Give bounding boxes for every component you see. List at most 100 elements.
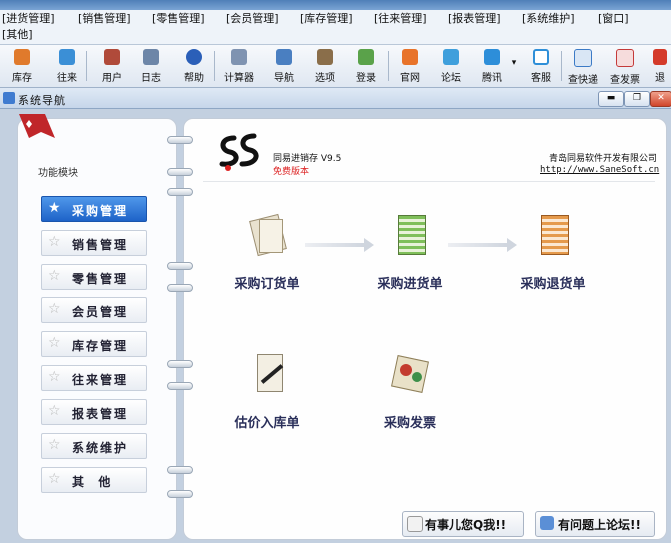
ribbon-bookmark-icon — [19, 114, 55, 138]
star-icon: ☆ — [48, 335, 61, 351]
forum-link-button[interactable]: 有问题上论坛!! — [535, 511, 655, 537]
module-retail-button[interactable]: ☆ 零售管理 — [41, 264, 147, 290]
toolbar-help-button[interactable]: 帮助 — [177, 49, 211, 84]
exit-icon — [653, 49, 667, 65]
company-name: 青岛同易软件开发有限公司 — [548, 154, 657, 164]
toolbar: 库存 往来 用户 日志 帮助 计算器 导航 选项 登录 官网 论坛 腾讯 ▾ 客… — [0, 45, 671, 88]
module-system-button[interactable]: ☆ 系统维护 — [41, 433, 147, 459]
forum-icon — [540, 516, 554, 530]
restore-button[interactable]: ❐ — [624, 91, 650, 107]
estimate-inbound-button[interactable]: 估价入库单 — [212, 352, 322, 431]
menu-retail[interactable]: [零售管理] — [152, 12, 205, 26]
search-express-icon — [574, 49, 592, 67]
module-purchase-button[interactable]: ★ 采购管理 — [41, 196, 147, 222]
options-icon — [317, 49, 333, 65]
toolbar-forum-button[interactable]: 论坛 — [434, 49, 468, 84]
toolbar-express-button[interactable]: 查快递 — [566, 49, 600, 86]
star-icon: ☆ — [48, 268, 61, 284]
module-accounts-button[interactable]: ☆ 往来管理 — [41, 365, 147, 391]
forum-icon — [443, 49, 459, 65]
estimate-note-icon — [247, 352, 287, 396]
menu-other[interactable]: [其他] — [2, 28, 33, 42]
window-title: 系统导航 — [18, 94, 66, 107]
close-button[interactable]: ✕ — [650, 91, 671, 107]
minimize-button[interactable]: ▬ — [598, 91, 624, 107]
menu-member[interactable]: [会员管理] — [226, 12, 279, 26]
menu-window[interactable]: [窗口] — [598, 12, 629, 26]
star-icon: ☆ — [48, 471, 61, 487]
binder-ring — [167, 490, 193, 498]
purchase-invoice-button[interactable]: 采购发票 — [355, 352, 465, 431]
purchase-order-button[interactable]: 采购订货单 — [212, 213, 322, 292]
toolbar-separator — [86, 51, 87, 81]
tencent-dropdown-arrow[interactable]: ▾ — [508, 55, 520, 68]
company-website-link[interactable]: http://www.SaneSoft.cn — [540, 165, 659, 175]
binder-ring — [167, 188, 193, 196]
receipt-ledger-icon — [390, 213, 430, 257]
product-edition: 免费版本 — [273, 167, 310, 177]
toolbar-calculator-button[interactable]: 计算器 — [222, 49, 256, 84]
toolbar-accounts-button[interactable]: 往来 — [50, 49, 84, 84]
qq-icon — [484, 49, 500, 65]
toolbar-options-button[interactable]: 选项 — [308, 49, 342, 84]
binder-ring — [167, 466, 193, 474]
help-icon — [186, 49, 202, 65]
window-icon — [3, 92, 15, 104]
toolbar-exit-button[interactable]: 退 — [649, 49, 671, 84]
support-icon — [533, 49, 549, 65]
menu-purchase[interactable]: [进货管理] — [2, 12, 55, 26]
menu-inventory[interactable]: [库存管理] — [300, 12, 353, 26]
menu-system[interactable]: [系统维护] — [522, 12, 575, 26]
menu-reports[interactable]: [报表管理] — [448, 12, 501, 26]
binder-ring — [167, 136, 193, 144]
search-invoice-icon — [616, 49, 634, 67]
company-logo — [219, 133, 259, 171]
toolbar-inventory-button[interactable]: 库存 — [5, 49, 39, 84]
child-window-titlebar: 系统导航 ▬ ❐ ✕ — [0, 88, 671, 109]
house-icon — [14, 49, 30, 65]
star-icon: ☆ — [48, 437, 61, 453]
app-title-bar — [0, 0, 671, 10]
toolbar-separator — [388, 51, 389, 81]
module-heading: 功能模块 — [38, 168, 78, 179]
binder-ring — [167, 360, 193, 368]
invoice-icon — [390, 352, 430, 396]
module-other-button[interactable]: ☆ 其 他 — [41, 467, 147, 493]
binder-ring — [167, 382, 193, 390]
magnifier-icon — [276, 49, 292, 65]
log-icon — [143, 49, 159, 65]
toolbar-invoice-button[interactable]: 查发票 — [608, 49, 642, 86]
toolbar-login-button[interactable]: 登录 — [349, 49, 383, 84]
return-ledger-icon — [533, 213, 573, 257]
module-inventory-button[interactable]: ☆ 库存管理 — [41, 331, 147, 357]
order-document-icon — [247, 213, 287, 257]
toolbar-separator — [214, 51, 215, 81]
toolbar-support-button[interactable]: 客服 — [524, 49, 558, 84]
toolbar-tencent-button[interactable]: 腾讯 — [475, 49, 509, 84]
product-name: 同易进销存 V9.5 — [273, 154, 342, 164]
chevron-down-icon: ▾ — [511, 58, 517, 68]
star-icon: ☆ — [48, 234, 61, 250]
purchase-return-button[interactable]: 采购退货单 — [498, 213, 608, 292]
toolbar-separator — [561, 51, 562, 81]
module-reports-button[interactable]: ☆ 报表管理 — [41, 399, 147, 425]
qq-contact-button[interactable]: 有事儿您Q我!! — [402, 511, 524, 537]
toolbar-website-button[interactable]: 官网 — [393, 49, 427, 84]
toolbar-user-button[interactable]: 用户 — [95, 49, 129, 84]
user-icon — [104, 49, 120, 65]
rss-icon — [402, 49, 418, 65]
toolbar-navigation-button[interactable]: 导航 — [267, 49, 301, 84]
star-icon: ☆ — [48, 301, 61, 317]
people-icon — [59, 49, 75, 65]
menu-accounts[interactable]: [往来管理] — [374, 12, 427, 26]
star-icon: ★ — [48, 200, 61, 216]
qq-penguin-icon — [407, 516, 423, 532]
module-sales-button[interactable]: ☆ 销售管理 — [41, 230, 147, 256]
toolbar-log-button[interactable]: 日志 — [134, 49, 168, 84]
login-icon — [358, 49, 374, 65]
binder-ring — [167, 168, 193, 176]
binder-ring — [167, 284, 193, 292]
menu-sales[interactable]: [销售管理] — [78, 12, 131, 26]
module-member-button[interactable]: ☆ 会员管理 — [41, 297, 147, 323]
purchase-receipt-button[interactable]: 采购进货单 — [355, 213, 465, 292]
